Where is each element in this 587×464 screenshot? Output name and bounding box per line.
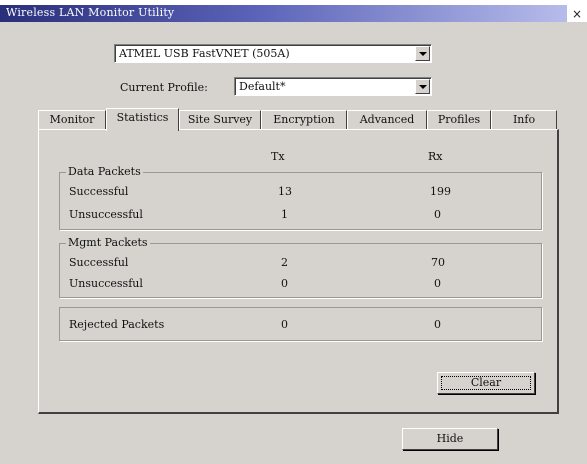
chevron-down-icon[interactable]	[415, 79, 430, 94]
device-select[interactable]: ATMEL USB FastVNET (505A)	[114, 44, 432, 63]
mgmt-packets-title: Mgmt Packets	[66, 236, 150, 249]
data-successful-rx: 199	[430, 185, 451, 198]
mgmt-successful-label: Successful	[69, 256, 129, 269]
tx-column-header: Tx	[271, 150, 285, 163]
data-packets-group: Data Packets Successful 13 199 Unsuccess…	[59, 165, 542, 230]
data-unsuccessful-label: Unsuccessful	[69, 208, 143, 221]
hide-button-label: Hide	[436, 432, 464, 445]
mgmt-unsuccessful-label: Unsuccessful	[69, 277, 143, 290]
mgmt-unsuccessful-rx: 0	[434, 277, 441, 290]
mgmt-successful-tx: 2	[281, 256, 288, 269]
rx-column-header: Rx	[428, 150, 443, 163]
statistics-panel: Tx Rx Data Packets Successful 13 199 Uns…	[38, 129, 559, 414]
tab-site-survey[interactable]: Site Survey	[179, 110, 261, 129]
rejected-packets-group: Rejected Packets 0 0	[59, 307, 542, 341]
tab-monitor[interactable]: Monitor	[38, 110, 106, 129]
profile-label: Current Profile:	[120, 81, 208, 94]
focus-indicator	[441, 376, 531, 390]
tab-encryption[interactable]: Encryption	[261, 110, 347, 129]
title-bar: Wireless LAN Monitor Utility ×	[0, 0, 587, 22]
data-successful-tx: 13	[278, 185, 292, 198]
window: Wireless LAN Monitor Utility × ATMEL USB…	[0, 0, 587, 464]
data-unsuccessful-rx: 0	[434, 208, 441, 221]
mgmt-unsuccessful-tx: 0	[281, 277, 288, 290]
data-packets-title: Data Packets	[66, 165, 143, 178]
hide-button[interactable]: Hide	[402, 428, 498, 450]
tab-info[interactable]: Info	[491, 110, 557, 129]
tab-profiles[interactable]: Profiles	[427, 110, 491, 129]
close-button[interactable]: ×	[569, 7, 585, 21]
rejected-packets-rx: 0	[434, 318, 441, 331]
device-select-value: ATMEL USB FastVNET (505A)	[119, 47, 290, 60]
window-title: Wireless LAN Monitor Utility	[6, 6, 175, 19]
rejected-packets-label: Rejected Packets	[69, 318, 165, 331]
mgmt-packets-group: Mgmt Packets Successful 2 70 Unsuccessfu…	[59, 236, 542, 298]
profile-select-value: Default*	[239, 80, 286, 93]
data-successful-label: Successful	[69, 185, 129, 198]
tab-advanced[interactable]: Advanced	[347, 110, 427, 129]
mgmt-successful-rx: 70	[431, 256, 445, 269]
rejected-packets-tx: 0	[281, 318, 288, 331]
tab-statistics[interactable]: Statistics	[106, 108, 179, 131]
data-unsuccessful-tx: 1	[281, 208, 288, 221]
profile-select[interactable]: Default*	[234, 77, 432, 96]
clear-button[interactable]: Clear	[437, 372, 535, 394]
chevron-down-icon[interactable]	[415, 46, 430, 61]
